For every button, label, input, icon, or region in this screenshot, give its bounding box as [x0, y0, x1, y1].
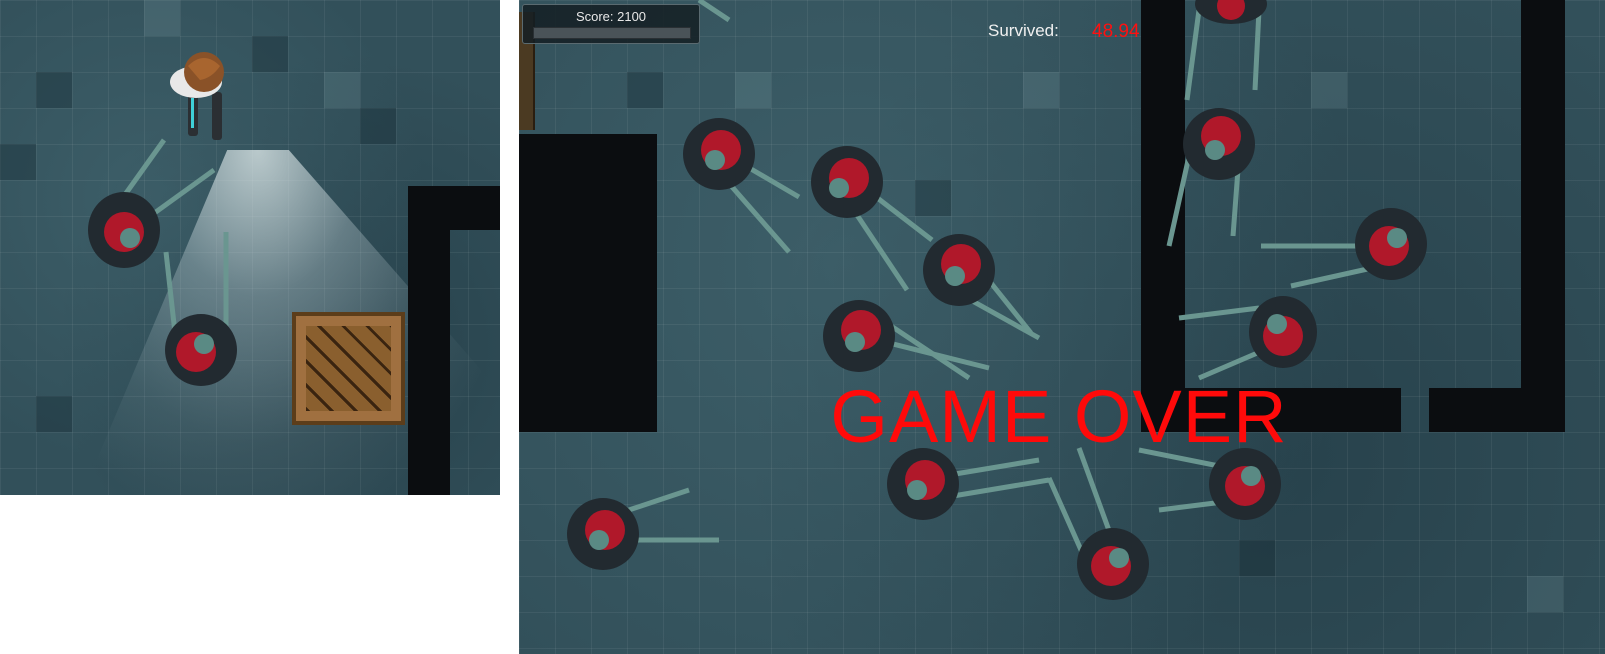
floor-tile: [1311, 72, 1347, 108]
floor-tile: [1239, 540, 1275, 576]
floor-tile: [735, 72, 771, 108]
floor-tile: [360, 108, 396, 144]
zombie: [567, 487, 719, 570]
floor-tile: [324, 72, 360, 108]
left-game-view: [0, 0, 500, 495]
score-progress-bar: [533, 27, 691, 39]
floor-tile: [0, 144, 36, 180]
wall-block: [519, 134, 657, 432]
floor-tile: [1527, 576, 1563, 612]
score-panel: Score: 2100: [522, 4, 700, 44]
floor-tile: [36, 72, 72, 108]
wall-segment: [1429, 388, 1565, 432]
floor-tile: [1023, 72, 1059, 108]
zombie: [683, 118, 801, 254]
floor-tile: [36, 396, 72, 432]
zombie: [1046, 447, 1149, 600]
score-label: Score: 2100: [575, 9, 647, 24]
survived-time: 48.94: [1092, 21, 1140, 42]
zombie-arm: [697, 0, 731, 23]
wooden-crate: [292, 312, 405, 425]
right-game-view: Score: 2100 Survived: 48.94 GAME OVER: [519, 0, 1605, 654]
wall-segment: [1521, 0, 1565, 432]
zombie: [811, 146, 934, 292]
zombie: [1184, 0, 1267, 101]
zombie: [1166, 108, 1255, 247]
floor-tile: [144, 0, 180, 36]
survived-label: Survived:: [988, 21, 1059, 40]
zombie: [163, 232, 237, 386]
wall-segment: [408, 186, 450, 495]
floor-tile: [627, 72, 663, 108]
game-over-text: GAME OVER: [830, 375, 1288, 458]
zombie: [1178, 296, 1317, 381]
